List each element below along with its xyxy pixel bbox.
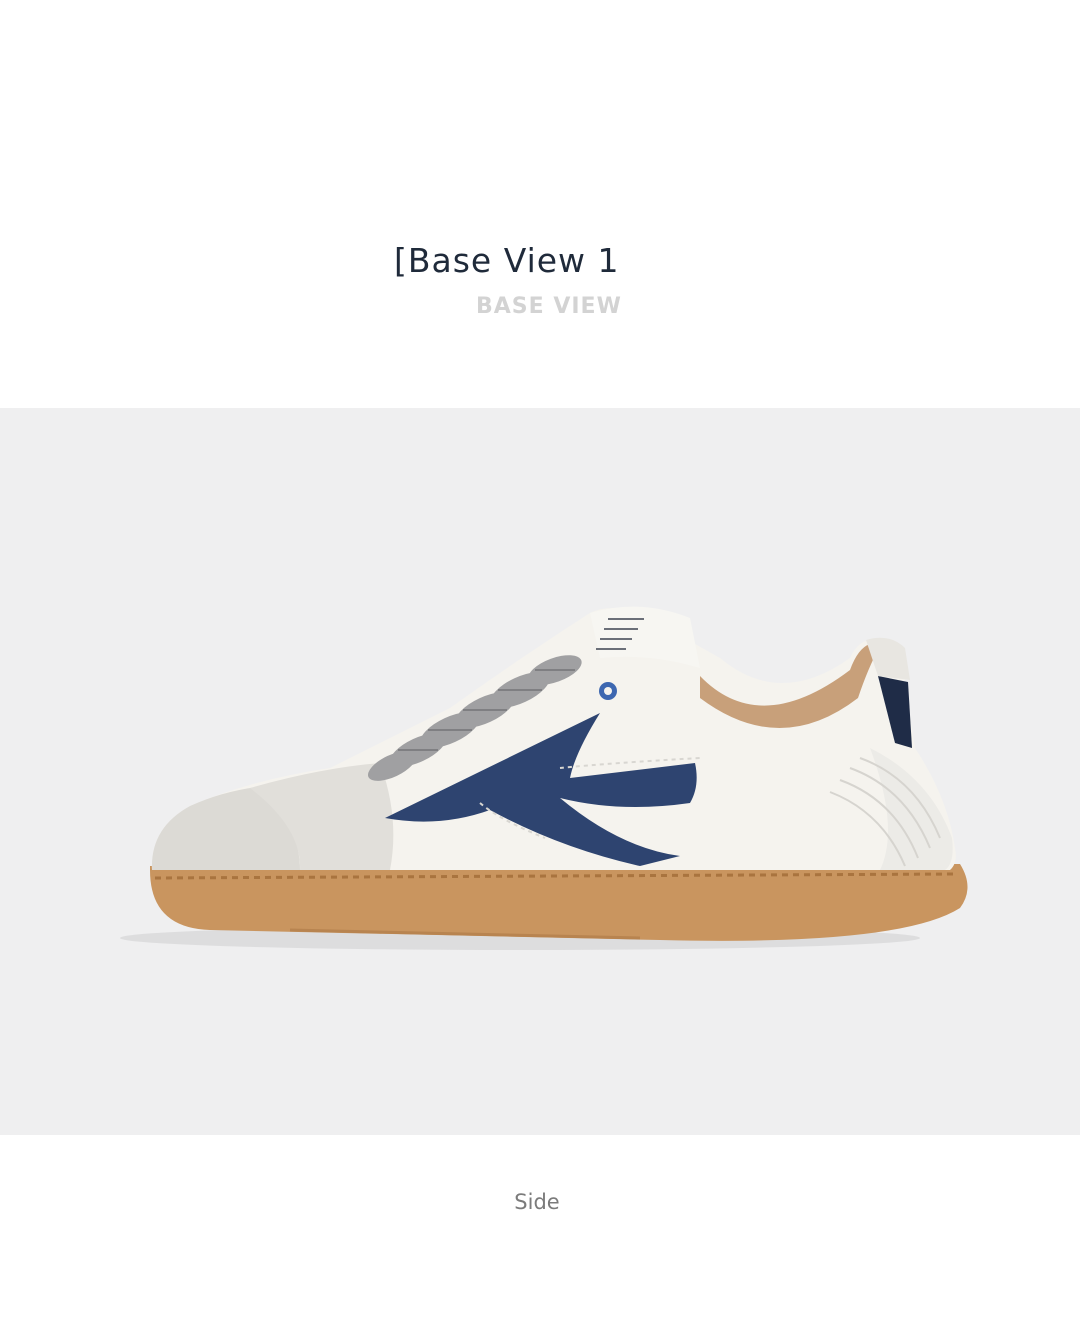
shoe-sole — [150, 864, 968, 941]
product-photo — [0, 408, 1080, 1135]
page-subtitle: BASE VIEW — [476, 294, 622, 319]
page-title: [Base View 1 — [394, 241, 620, 280]
view-caption: Side — [514, 1190, 560, 1214]
sneaker-illustration — [120, 606, 968, 950]
